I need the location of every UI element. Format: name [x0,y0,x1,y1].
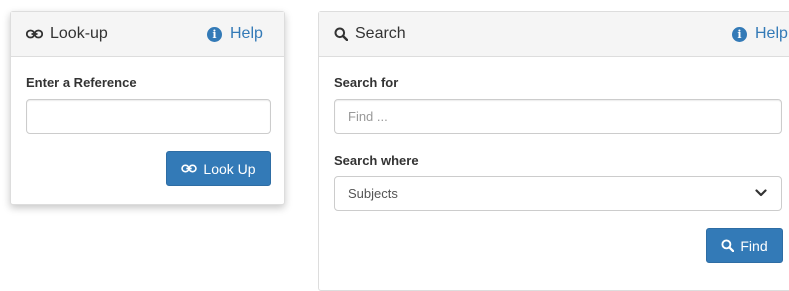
lookup-title-text: Look-up [50,25,108,42]
search-panel: Search i Help Search for Search where Su… [318,11,789,291]
look-up-button[interactable]: Look Up [166,151,271,186]
info-circle-icon: i [207,26,222,42]
search-help-label: Help [755,25,788,42]
find-button-label: Find [740,237,768,254]
magnifier-icon [334,27,348,41]
lookup-panel-heading: Look-up i Help [11,12,284,57]
look-up-button-label: Look Up [203,160,256,177]
chain-link-icon [26,29,43,39]
find-button[interactable]: Find [706,228,783,263]
lookup-help-link[interactable]: i Help [207,25,263,43]
lookup-help-label: Help [230,25,263,42]
lookup-panel: Look-up i Help Enter a Reference Look Up [10,11,285,205]
search-title-text: Search [355,25,406,42]
search-for-label: Search for [334,75,399,90]
search-for-input[interactable] [334,99,782,134]
search-panel-heading: Search i Help [319,12,789,57]
search-where-label: Search where [334,153,419,168]
search-help-link[interactable]: i Help [732,25,788,43]
search-title: Search [334,25,406,43]
lookup-title: Look-up [26,25,108,43]
search-where-selected: Subjects [348,186,398,201]
info-circle-icon: i [732,26,747,42]
reference-input[interactable] [26,99,271,134]
search-where-select[interactable]: Subjects [334,176,782,211]
reference-label: Enter a Reference [26,75,137,90]
chevron-down-icon [755,187,767,199]
magnifier-icon [721,239,735,252]
chain-link-icon [181,164,198,173]
